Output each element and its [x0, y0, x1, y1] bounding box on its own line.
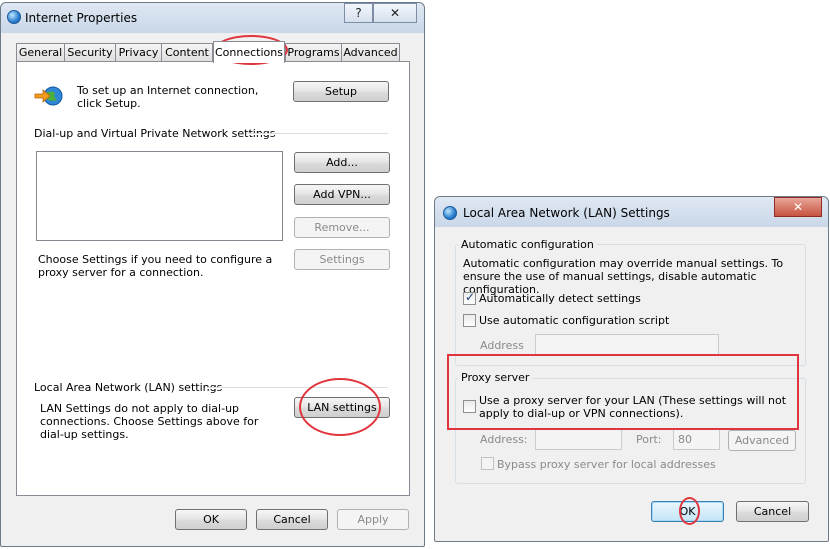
connection-globe-icon — [34, 86, 63, 106]
port-input[interactable]: 80 — [673, 429, 720, 450]
add-vpn-button[interactable]: Add VPN... — [294, 184, 390, 205]
internet-globe-icon — [7, 10, 21, 24]
close-button[interactable]: ✕ — [373, 3, 417, 23]
cancel-button[interactable]: Cancel — [256, 509, 328, 530]
auto-config-label: Automatic configuration — [458, 238, 597, 251]
proxy-description: Choose Settings if you need to configure… — [38, 253, 273, 279]
window-title: Internet Properties — [25, 11, 138, 25]
proxy-address-label: Address: — [480, 433, 528, 446]
tab-general[interactable]: General — [16, 43, 65, 62]
tab-security[interactable]: Security — [64, 43, 116, 62]
annotation-ok-button — [679, 497, 700, 525]
tab-programs[interactable]: Programs — [285, 43, 342, 62]
settings-button[interactable]: Settings — [294, 249, 390, 270]
setup-button[interactable]: Setup — [293, 81, 389, 102]
lan-titlebar[interactable]: Local Area Network (LAN) Settings ✕ — [435, 197, 828, 227]
lan-globe-icon — [443, 206, 457, 220]
lan-close-button[interactable]: ✕ — [774, 197, 822, 217]
advanced-button[interactable]: Advanced — [728, 430, 796, 451]
proxy-address-input[interactable] — [535, 429, 622, 450]
remove-button[interactable]: Remove... — [294, 217, 390, 238]
help-button[interactable]: ? — [344, 3, 373, 23]
lan-section-title: Local Area Network (LAN) settings — [34, 381, 223, 394]
apply-button[interactable]: Apply — [337, 509, 409, 530]
setup-description: To set up an Internet connection, click … — [77, 84, 259, 110]
bypass-label[interactable]: Bypass proxy server for local addresses — [497, 458, 716, 471]
script-address-label: Address — [480, 339, 524, 352]
tab-connections[interactable]: Connections — [213, 41, 285, 63]
add-button[interactable]: Add... — [294, 152, 390, 173]
use-script-checkbox[interactable] — [463, 314, 476, 327]
tab-content[interactable]: Content — [161, 43, 213, 62]
tab-privacy[interactable]: Privacy — [115, 43, 162, 62]
titlebar[interactable]: Internet Properties ? ✕ — [1, 3, 424, 33]
bypass-checkbox[interactable] — [481, 457, 494, 470]
use-script-label[interactable]: Use automatic configuration script — [479, 314, 669, 327]
connections-listbox[interactable] — [36, 151, 283, 241]
dialup-section-title: Dial-up and Virtual Private Network sett… — [34, 127, 276, 140]
lan-description: LAN Settings do not apply to dial-up con… — [40, 402, 259, 441]
annotation-proxy-box — [447, 354, 799, 430]
tab-advanced[interactable]: Advanced — [341, 43, 400, 62]
auto-detect-label[interactable]: Automatically detect settings — [479, 292, 641, 305]
port-label: Port: — [636, 433, 662, 446]
auto-config-description: Automatic configuration may override man… — [463, 257, 784, 296]
ok-button[interactable]: OK — [175, 509, 247, 530]
dialup-divider — [247, 133, 388, 135]
lan-window-title: Local Area Network (LAN) Settings — [463, 206, 670, 220]
annotation-lan-settings — [299, 378, 381, 436]
script-address-input[interactable] — [535, 334, 719, 355]
lan-cancel-button[interactable]: Cancel — [736, 501, 809, 522]
auto-detect-checkbox[interactable] — [463, 290, 476, 305]
